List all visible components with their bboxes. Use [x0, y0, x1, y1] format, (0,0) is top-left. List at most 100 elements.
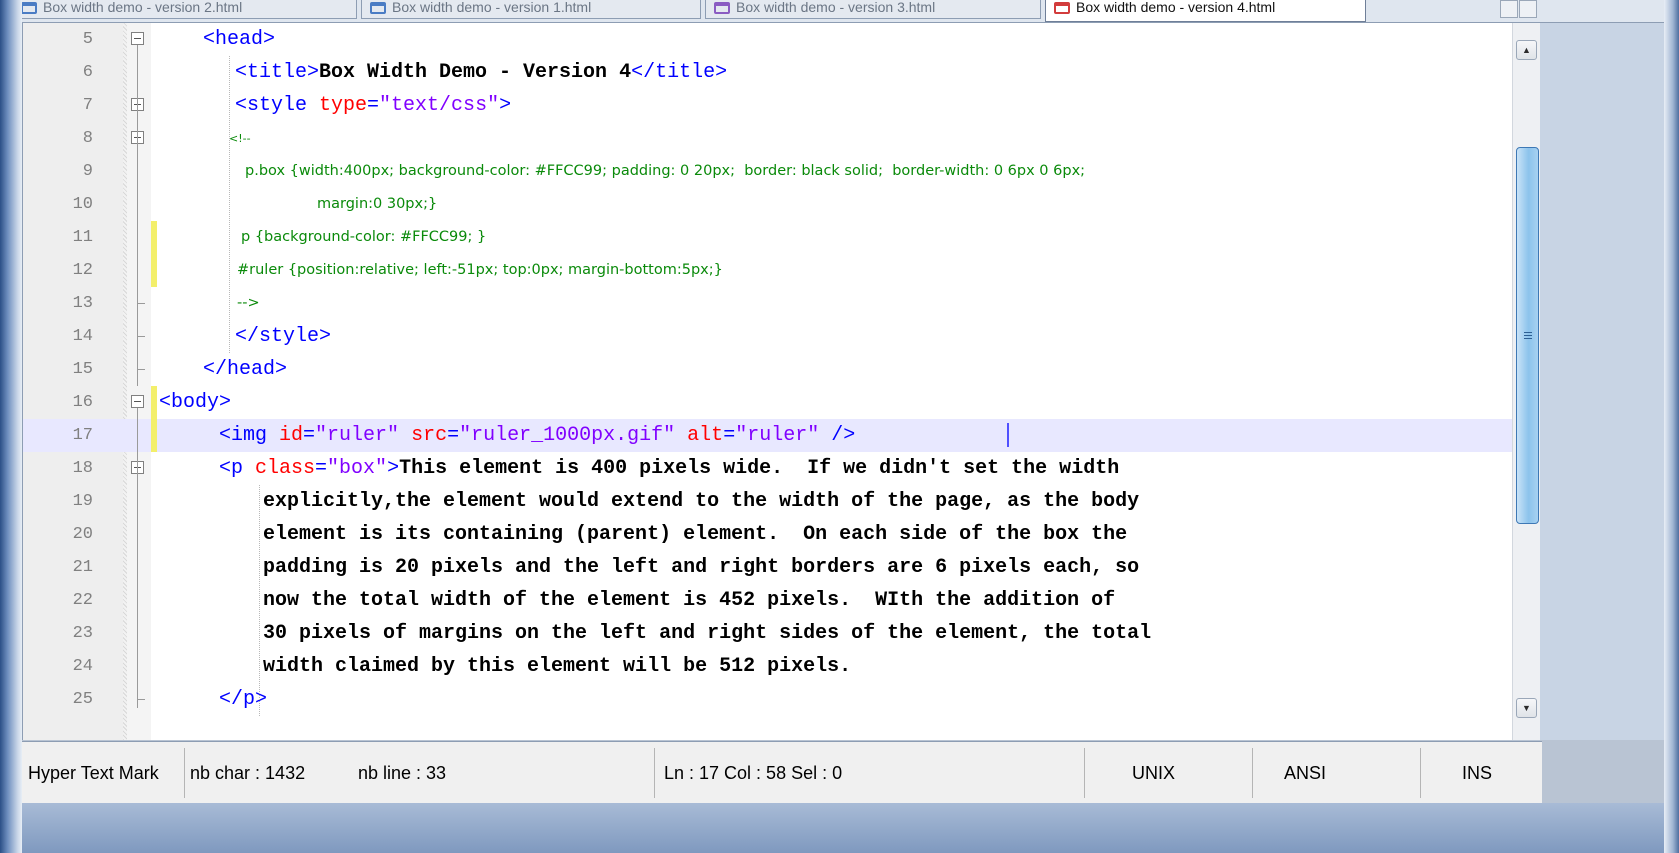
vertical-scrollbar[interactable]: ▲ ▼	[1512, 23, 1541, 740]
document-tab-strip: Box width demo - version 2.html Box widt…	[22, 0, 1664, 23]
tab-label: Box width demo - version 2.html	[43, 0, 243, 15]
scrollbar-thumb[interactable]	[1516, 147, 1539, 524]
line-number: 8	[82, 129, 93, 148]
html-document-icon	[22, 2, 37, 14]
text-caret	[1007, 423, 1009, 447]
code-line[interactable]: 9 p.box {width:400px; background-color: …	[23, 155, 1541, 188]
line-number: 7	[82, 96, 93, 115]
tab-scroll-right-button[interactable]	[1519, 0, 1537, 18]
html-document-unsaved-icon	[1054, 2, 1070, 14]
code-line[interactable]: 8 <!--	[23, 122, 1541, 155]
tab-version-1[interactable]: Box width demo - version 1.html	[361, 0, 701, 19]
status-eol-format[interactable]: UNIX	[1132, 742, 1175, 804]
tab-scroll-left-button[interactable]	[1500, 0, 1518, 18]
code-text: padding is 20 pixels and the left and ri…	[263, 556, 1140, 579]
code-line[interactable]: 18 <p class="box">This element is 400 pi…	[23, 452, 1541, 485]
code-text: <img id="ruler" src="ruler_1000px.gif" a…	[219, 424, 856, 447]
line-number: 12	[72, 261, 93, 280]
change-history-marker	[151, 419, 157, 452]
line-number: 18	[72, 459, 93, 478]
line-number: 5	[82, 30, 93, 49]
tab-version-4[interactable]: Box width demo - version 4.html	[1045, 0, 1366, 22]
line-number: 11	[72, 228, 93, 247]
line-number: 21	[72, 558, 93, 577]
fold-line-icon	[137, 699, 145, 700]
code-text: p {background-color: #FFCC99; }	[241, 229, 487, 245]
code-line[interactable]: 5 <head>	[23, 23, 1541, 56]
line-number: 6	[82, 63, 93, 82]
status-separator	[1084, 748, 1085, 798]
fold-toggle-icon[interactable]	[131, 395, 144, 408]
code-line[interactable]: 21 padding is 20 pixels and the left and…	[23, 551, 1541, 584]
taskbar-band	[22, 803, 1664, 853]
code-line[interactable]: 23 30 pixels of margins on the left and …	[23, 617, 1541, 650]
code-text: <p class="box">This element is 400 pixel…	[219, 457, 1120, 480]
code-line[interactable]: 16 <body>	[23, 386, 1541, 419]
change-history-marker	[151, 386, 157, 419]
indent-guide	[229, 56, 230, 353]
status-separator	[184, 748, 185, 798]
code-text: -->	[237, 295, 260, 311]
tab-version-3[interactable]: Box width demo - version 3.html	[705, 0, 1041, 19]
line-number: 20	[72, 525, 93, 544]
code-text: #ruler {position:relative; left:-51px; t…	[237, 262, 723, 278]
code-line[interactable]: 11 p {background-color: #FFCC99; }	[23, 221, 1541, 254]
code-text: <title>Box Width Demo - Version 4</title…	[235, 61, 728, 84]
code-text: <style type="text/css">	[235, 94, 512, 117]
change-history-marker	[151, 254, 157, 287]
line-number: 14	[72, 327, 93, 346]
tab-version-2[interactable]: Box width demo - version 2.html	[22, 0, 357, 19]
code-text: </head>	[203, 358, 288, 381]
code-line-current[interactable]: 17 <img id="ruler" src="ruler_1000px.gif…	[23, 419, 1541, 452]
fold-line-icon	[137, 303, 145, 304]
code-line[interactable]: 20 element is its containing (parent) el…	[23, 518, 1541, 551]
status-char-count: nb char : 1432	[190, 763, 306, 783]
code-line[interactable]: 22 now the total width of the element is…	[23, 584, 1541, 617]
fold-line-icon	[137, 369, 145, 370]
fold-toggle-icon[interactable]	[131, 32, 144, 45]
window-background-right	[1540, 23, 1664, 740]
line-number: 24	[72, 657, 93, 676]
line-number: 25	[72, 690, 93, 709]
code-editor[interactable]: 5 <head> 6 <title>Box Width Demo - Versi…	[22, 23, 1541, 740]
code-text: <head>	[203, 28, 276, 51]
line-number: 16	[72, 393, 93, 412]
code-line[interactable]: 25 </p>	[23, 683, 1541, 716]
code-text: margin:0 30px;}	[317, 196, 438, 212]
line-number: 17	[72, 426, 93, 445]
code-text: <body>	[159, 391, 232, 414]
code-line[interactable]: 13 -->	[23, 287, 1541, 320]
code-line[interactable]: 10 margin:0 30px;}	[23, 188, 1541, 221]
status-insert-mode[interactable]: INS	[1462, 742, 1492, 804]
scroll-down-button[interactable]: ▼	[1516, 698, 1537, 718]
status-separator	[654, 748, 655, 798]
line-number: 22	[72, 591, 93, 610]
fold-guide-line	[137, 45, 138, 386]
line-number: 15	[72, 360, 93, 379]
grip-line	[1524, 335, 1532, 336]
code-line[interactable]: 15 </head>	[23, 353, 1541, 386]
line-number: 13	[72, 294, 93, 313]
window-frame-right	[1664, 0, 1679, 853]
status-encoding[interactable]: ANSI	[1284, 742, 1326, 804]
scroll-up-button[interactable]: ▲	[1516, 40, 1537, 60]
line-number: 10	[72, 195, 93, 214]
code-text: explicitly,the element would extend to t…	[263, 490, 1140, 513]
fold-guide-line	[137, 408, 138, 708]
code-line[interactable]: 19 explicitly,the element would extend t…	[23, 485, 1541, 518]
code-text: element is its containing (parent) eleme…	[263, 523, 1128, 546]
status-bar: Hyper Text Mark nb char : 1432 nb line :…	[22, 741, 1542, 804]
line-number: 23	[72, 624, 93, 643]
code-line[interactable]: 6 <title>Box Width Demo - Version 4</tit…	[23, 56, 1541, 89]
code-text: </style>	[235, 325, 332, 348]
html-document-icon	[370, 2, 386, 14]
tab-label: Box width demo - version 1.html	[392, 0, 592, 15]
status-cursor-position: Ln : 17 Col : 58 Sel : 0	[664, 763, 843, 783]
code-line[interactable]: 14 </style>	[23, 320, 1541, 353]
code-text: now the total width of the element is 45…	[263, 589, 1116, 612]
code-line[interactable]: 7 <style type="text/css">	[23, 89, 1541, 122]
code-line[interactable]: 24 width claimed by this element will be…	[23, 650, 1541, 683]
code-line[interactable]: 12 #ruler {position:relative; left:-51px…	[23, 254, 1541, 287]
status-line-count: nb line : 33	[358, 763, 447, 783]
status-file-type: Hyper Text Mark	[28, 763, 159, 783]
